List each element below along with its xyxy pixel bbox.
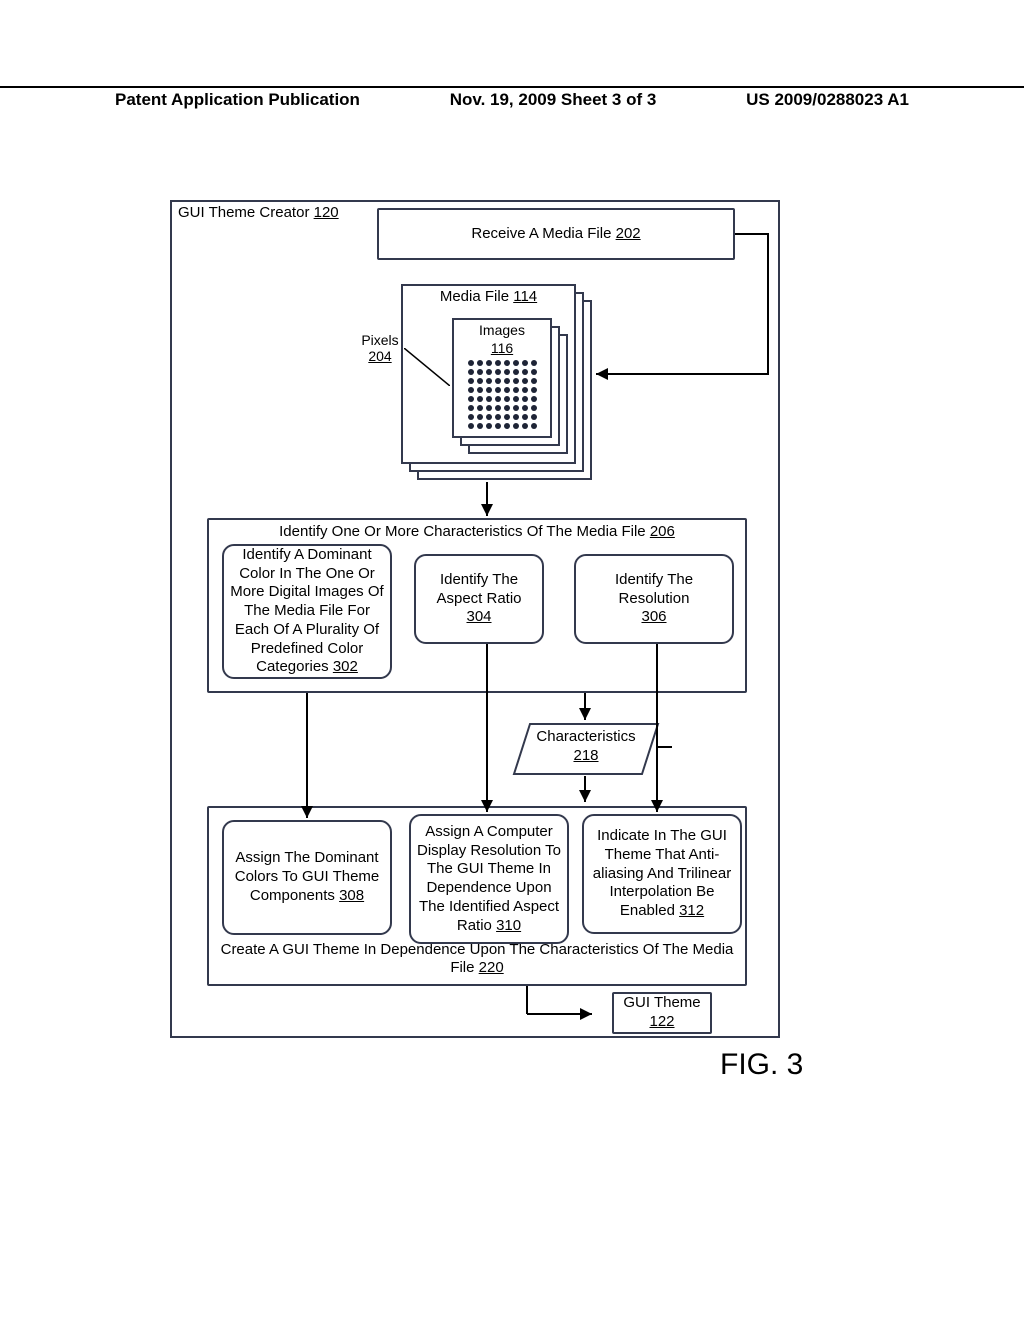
step-312-ref: 312 [679, 902, 704, 919]
step-220-text: Create A GUI Theme In Dependence Upon Th… [221, 941, 734, 977]
pixels-ref: 204 [368, 348, 391, 364]
step-302-ref: 302 [333, 658, 358, 675]
figure-label: FIG. 3 [720, 1048, 803, 1082]
step-218-ref: 218 [573, 747, 598, 764]
step-304-ref: 304 [466, 608, 491, 625]
gui-title-text: GUI Theme Creator [178, 204, 309, 221]
media-file-title: Media File 114 [403, 286, 574, 307]
step-310-text: Assign A Computer Display Resolution To … [417, 823, 561, 934]
header-right: US 2009/0288023 A1 [746, 90, 1024, 110]
step-122-ref: 122 [649, 1013, 674, 1030]
step-310-ref: 310 [496, 917, 521, 934]
pixels-text: Pixels [361, 332, 398, 348]
step-312-text: Indicate In The GUI Theme That Anti-alia… [593, 827, 731, 919]
media-file-ref: 114 [513, 288, 537, 305]
images-text: Images [479, 322, 525, 338]
gui-title-ref: 120 [314, 204, 339, 221]
step-122-text: GUI Theme [623, 994, 700, 1011]
header-left: Patent Application Publication [0, 90, 360, 110]
sub-identify-resolution: Identify The Resolution 306 [574, 554, 734, 644]
characteristics-data: Characteristics 218 [512, 722, 660, 776]
gui-theme-output: GUI Theme 122 [612, 992, 712, 1034]
step-202-ref: 202 [616, 225, 641, 242]
pixels-label: Pixels 204 [357, 332, 403, 364]
step-308-ref: 308 [339, 887, 364, 904]
media-file-text: Media File [440, 288, 509, 305]
step-receive-media-file: Receive A Media File 202 [377, 208, 735, 260]
step-302-text: Identify A Dominant Color In The One Or … [230, 546, 383, 676]
step-306-text: Identify The Resolution [615, 571, 693, 607]
step-202-text: Receive A Media File [471, 225, 611, 242]
pixels-pointer-line [404, 348, 450, 386]
images-ref: 116 [491, 340, 513, 356]
images-title: Images 116 [454, 320, 550, 357]
step-304-text: Identify The Aspect Ratio [436, 571, 521, 607]
pixel-dot-grid [468, 360, 540, 429]
sub-enable-antialias: Indicate In The GUI Theme That Anti-alia… [582, 814, 742, 934]
image-card: Images 116 [452, 318, 552, 438]
header-mid: Nov. 19, 2009 Sheet 3 of 3 [450, 90, 657, 110]
sub-identify-dominant-color: Identify A Dominant Color In The One Or … [222, 544, 392, 679]
sub-assign-resolution: Assign A Computer Display Resolution To … [409, 814, 569, 944]
step-218-text: Characteristics [536, 728, 635, 745]
step-206-text: Identify One Or More Characteristics Of … [279, 523, 646, 540]
diagram-container: GUI Theme Creator 120 Receive A Media Fi… [170, 200, 780, 1038]
page-header: Patent Application Publication Nov. 19, … [0, 86, 1024, 110]
step-220-ref: 220 [479, 959, 504, 976]
sub-assign-colors: Assign The Dominant Colors To GUI Theme … [222, 820, 392, 935]
step-206-ref: 206 [650, 523, 675, 540]
step-306-ref: 306 [641, 608, 666, 625]
sub-identify-aspect-ratio: Identify The Aspect Ratio 304 [414, 554, 544, 644]
